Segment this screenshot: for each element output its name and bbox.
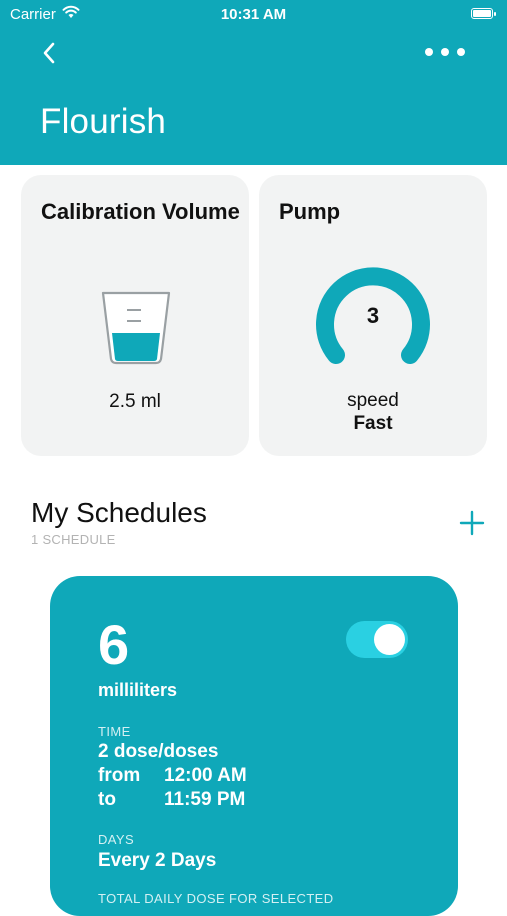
pump-title: Pump [279, 199, 341, 224]
time-to-row: to 11:59 PM [98, 789, 245, 811]
dose-amount: 6 [98, 613, 130, 676]
from-value: 12:00 AM [164, 765, 247, 786]
add-schedule-icon[interactable] [458, 509, 486, 537]
calibration-volume-card[interactable]: Calibration Volume 2.5 ml [21, 175, 249, 456]
pump-speed-label: speed [347, 390, 399, 411]
days-label: DAYS [98, 832, 135, 847]
pump-speed-number: 3 [366, 303, 380, 328]
pump-card[interactable]: Pump 3 speed Fast [259, 175, 487, 456]
dose-unit: milliliters [98, 680, 178, 700]
schedule-toggle[interactable] [346, 621, 408, 658]
back-chevron-icon[interactable] [36, 38, 64, 68]
more-options-icon[interactable] [425, 40, 465, 64]
to-label: to [98, 789, 116, 810]
time-label: TIME [98, 724, 131, 739]
toggle-knob [374, 624, 405, 655]
doses-count: 2 dose/doses [98, 741, 219, 762]
time-from-row: from 12:00 AM [98, 765, 247, 787]
calibration-title: Calibration Volume [41, 199, 240, 224]
schedule-card[interactable]: 6 milliliters TIME 2 dose/doses from 12:0… [50, 576, 458, 916]
page-title: Flourish [40, 102, 167, 141]
to-value: 11:59 PM [164, 789, 246, 810]
beaker-icon [101, 291, 171, 365]
app-header: Carrier 10:31 AM Flourish [0, 0, 507, 165]
schedules-heading: My Schedules [31, 497, 207, 528]
clock: 10:31 AM [220, 6, 287, 23]
pump-speed-value: Fast [353, 413, 393, 434]
from-label: from [98, 765, 141, 786]
total-dose-label: TOTAL DAILY DOSE FOR SELECTED [98, 891, 334, 906]
days-value: Every 2 Days [98, 850, 217, 871]
battery-icon [471, 8, 496, 19]
calibration-value: 2.5 ml [109, 391, 161, 412]
status-bar: Carrier 10:31 AM [0, 0, 507, 30]
schedules-count: 1 SCHEDULE [31, 532, 116, 547]
